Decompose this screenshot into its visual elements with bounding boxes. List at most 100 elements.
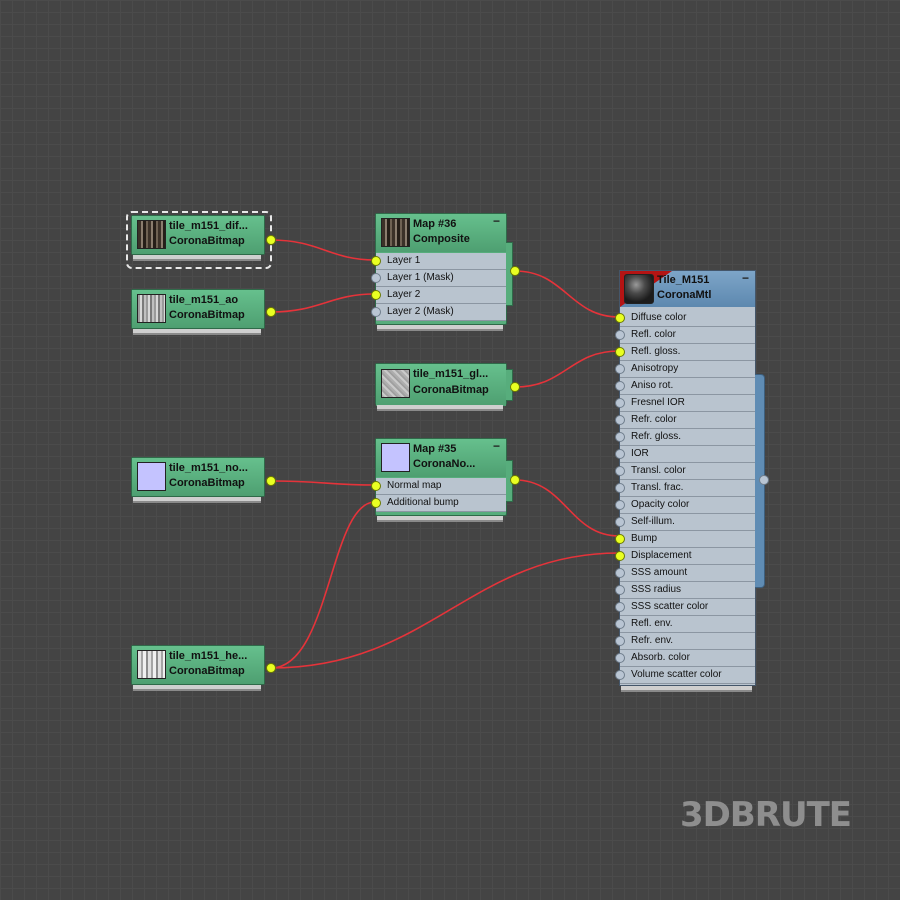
slot-displacement[interactable]: Displacement bbox=[615, 548, 755, 565]
slot-label: Aniso rot. bbox=[631, 380, 674, 391]
node-composite-map[interactable]: Map #36 Composite − Layer 1 Layer 1 (Mas… bbox=[371, 213, 520, 331]
wire-composite-to-diffuse-color bbox=[514, 270, 620, 318]
slot-transl-color[interactable]: Transl. color bbox=[615, 463, 755, 480]
slot-refl-color[interactable]: Refl. color bbox=[615, 327, 755, 344]
output-port[interactable] bbox=[510, 266, 520, 276]
input-port[interactable] bbox=[371, 498, 381, 508]
slot-label: Transl. frac. bbox=[631, 482, 684, 493]
output-port[interactable] bbox=[759, 475, 769, 485]
slot-sss-radius[interactable]: SSS radius bbox=[615, 582, 755, 599]
slot-self-illum[interactable]: Self-illum. bbox=[615, 514, 755, 531]
input-port[interactable] bbox=[371, 307, 381, 317]
node-type: CoronaMtl bbox=[657, 289, 712, 301]
slot-refr-color[interactable]: Refr. color bbox=[615, 412, 755, 429]
output-port[interactable] bbox=[266, 476, 276, 486]
slot-sss-scatter-color[interactable]: SSS scatter color bbox=[615, 599, 755, 616]
slot-refr-env[interactable]: Refr. env. bbox=[615, 633, 755, 650]
slot-opacity-color[interactable]: Opacity color bbox=[615, 497, 755, 514]
slot-sss-amount[interactable]: SSS amount bbox=[615, 565, 755, 582]
node-type: CoronaBitmap bbox=[169, 235, 245, 247]
input-port[interactable] bbox=[615, 381, 625, 391]
input-port[interactable] bbox=[615, 653, 625, 663]
slot-label: IOR bbox=[631, 448, 649, 459]
slot-normal-map[interactable]: Normal map bbox=[371, 478, 506, 495]
input-port[interactable] bbox=[615, 449, 625, 459]
slot-refl-env[interactable]: Refl. env. bbox=[615, 616, 755, 633]
slot-label: Fresnel IOR bbox=[631, 397, 685, 408]
input-port[interactable] bbox=[615, 330, 625, 340]
output-port[interactable] bbox=[266, 663, 276, 673]
slot-layer-1-mask[interactable]: Layer 1 (Mask) bbox=[371, 270, 506, 287]
node-shelf bbox=[133, 329, 261, 335]
wire-normalmap-to-bump bbox=[514, 479, 620, 537]
slot-anisotropy[interactable]: Anisotropy bbox=[615, 361, 755, 378]
input-port[interactable] bbox=[615, 636, 625, 646]
slot-bump[interactable]: Bump bbox=[615, 531, 755, 548]
input-port[interactable] bbox=[615, 602, 625, 612]
input-port[interactable] bbox=[615, 415, 625, 425]
output-port[interactable] bbox=[266, 235, 276, 245]
node-normal-bitmap[interactable]: tile_m151_no... CoronaBitmap bbox=[131, 457, 276, 503]
input-port[interactable] bbox=[371, 481, 381, 491]
slot-label: Anisotropy bbox=[631, 363, 679, 374]
input-port[interactable] bbox=[615, 398, 625, 408]
output-port[interactable] bbox=[266, 307, 276, 317]
input-port[interactable] bbox=[615, 534, 625, 544]
node-shelf bbox=[133, 497, 261, 503]
node-gloss-bitmap[interactable]: tile_m151_gl... CoronaBitmap bbox=[375, 363, 520, 411]
node-height-bitmap[interactable]: tile_m151_he... CoronaBitmap bbox=[131, 645, 276, 691]
output-port[interactable] bbox=[510, 382, 520, 392]
wire-height-to-displacement bbox=[270, 552, 620, 669]
node-type: CoronaBitmap bbox=[169, 309, 245, 321]
input-port[interactable] bbox=[615, 551, 625, 561]
slot-ior[interactable]: IOR bbox=[615, 446, 755, 463]
input-port[interactable] bbox=[615, 670, 625, 680]
slot-diffuse-color[interactable]: Diffuse color bbox=[615, 310, 755, 327]
input-port[interactable] bbox=[615, 585, 625, 595]
slot-layer-1[interactable]: Layer 1 bbox=[371, 253, 506, 270]
node-name: tile_m151_no... bbox=[169, 462, 248, 474]
input-port[interactable] bbox=[615, 313, 625, 323]
node-ao-bitmap[interactable]: tile_m151_ao CoronaBitmap bbox=[131, 289, 276, 335]
slot-label: Transl. color bbox=[631, 465, 686, 476]
slot-layer-2-mask[interactable]: Layer 2 (Mask) bbox=[371, 304, 506, 321]
collapse-button[interactable]: − bbox=[493, 214, 500, 228]
input-port[interactable] bbox=[371, 273, 381, 283]
node-shelf bbox=[133, 685, 261, 691]
input-port[interactable] bbox=[615, 466, 625, 476]
collapse-button[interactable]: − bbox=[742, 271, 749, 285]
wire-height-to-additional-bump bbox=[270, 501, 376, 669]
slot-transl-frac[interactable]: Transl. frac. bbox=[615, 480, 755, 497]
input-port[interactable] bbox=[615, 483, 625, 493]
slot-refl-gloss[interactable]: Refl. gloss. bbox=[615, 344, 755, 361]
node-normal-map[interactable]: Map #35 CoronaNo... − Normal map Additio… bbox=[371, 438, 520, 522]
input-port[interactable] bbox=[615, 432, 625, 442]
slot-volume-scatter-color[interactable]: Volume scatter color bbox=[615, 667, 755, 684]
slot-absorb-color[interactable]: Absorb. color bbox=[615, 650, 755, 667]
slot-additional-bump[interactable]: Additional bump bbox=[371, 495, 506, 512]
slot-label: Refr. color bbox=[631, 414, 677, 425]
input-port[interactable] bbox=[371, 290, 381, 300]
slot-aniso-rot[interactable]: Aniso rot. bbox=[615, 378, 755, 395]
node-type: CoronaBitmap bbox=[169, 665, 245, 677]
slot-fresnel-ior[interactable]: Fresnel IOR bbox=[615, 395, 755, 412]
input-port[interactable] bbox=[615, 619, 625, 629]
slot-label: Displacement bbox=[631, 550, 692, 561]
node-diffuse-bitmap[interactable]: tile_m151_dif... CoronaBitmap bbox=[131, 215, 276, 261]
input-port[interactable] bbox=[615, 364, 625, 374]
output-port[interactable] bbox=[510, 475, 520, 485]
slot-layer-2[interactable]: Layer 2 bbox=[371, 287, 506, 304]
collapse-button[interactable]: − bbox=[493, 439, 500, 453]
composite-thumbnail bbox=[381, 218, 410, 247]
slot-refr-gloss[interactable]: Refr. gloss. bbox=[615, 429, 755, 446]
input-port[interactable] bbox=[615, 347, 625, 357]
slot-label: Additional bump bbox=[387, 497, 459, 508]
input-port[interactable] bbox=[615, 568, 625, 578]
input-port[interactable] bbox=[615, 517, 625, 527]
material-preview-sphere bbox=[624, 274, 654, 304]
node-corona-material[interactable]: Tile_M151 CoronaMtl − Diffuse color Refl.… bbox=[615, 270, 769, 692]
slot-label: Volume scatter color bbox=[631, 669, 722, 680]
input-port[interactable] bbox=[371, 256, 381, 266]
slot-label: Absorb. color bbox=[631, 652, 690, 663]
input-port[interactable] bbox=[615, 500, 625, 510]
